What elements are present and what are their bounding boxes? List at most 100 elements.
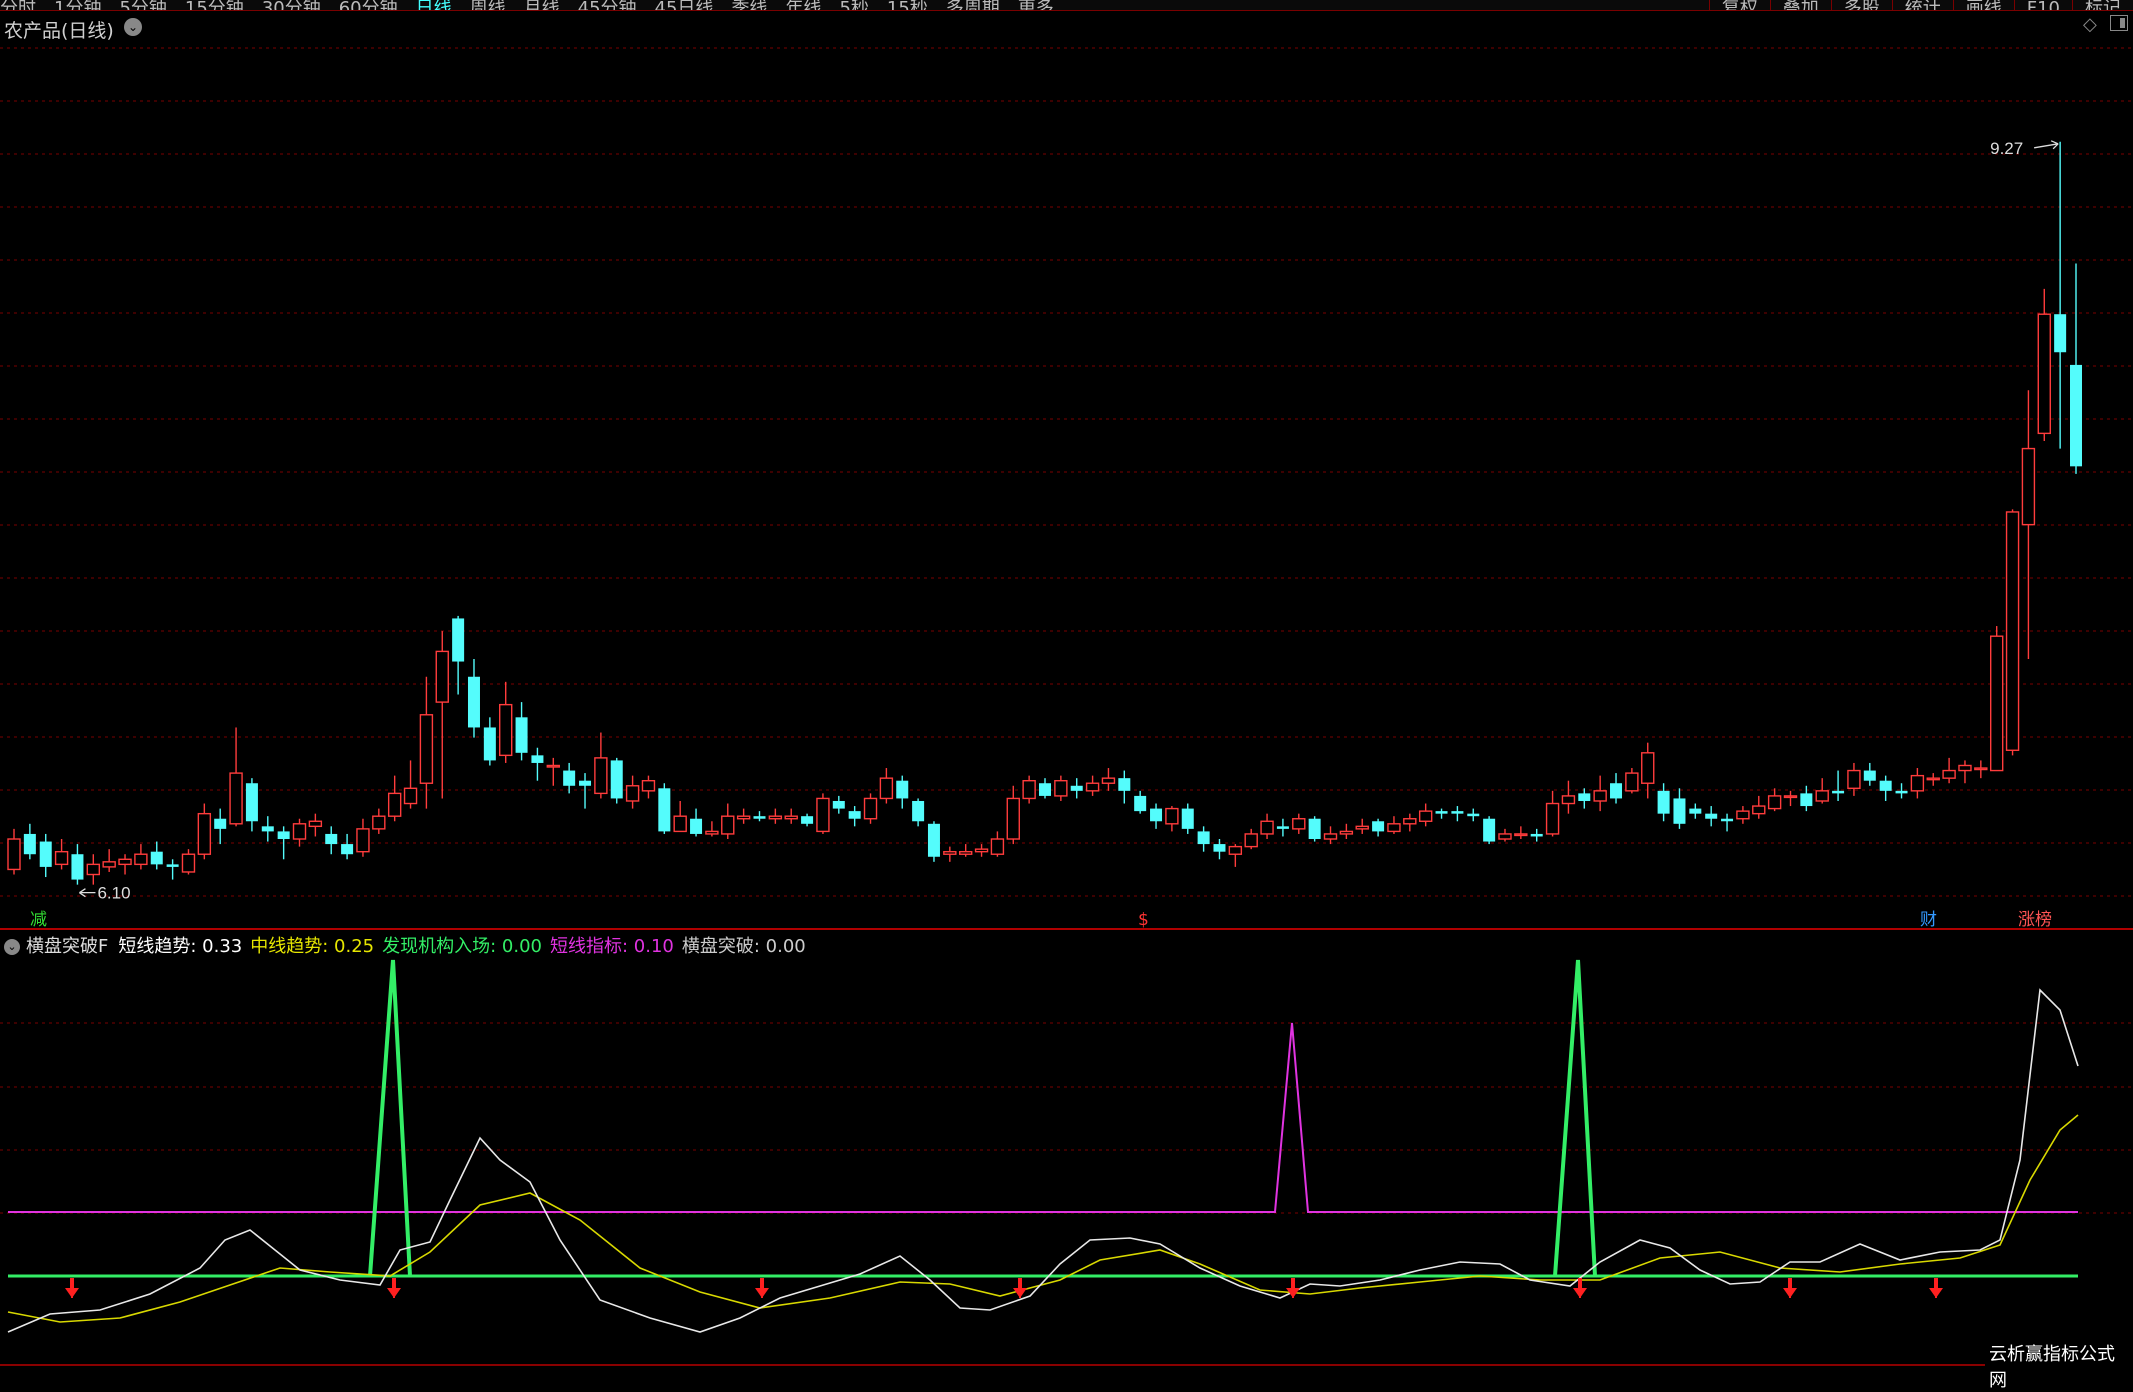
candle-body-up bbox=[943, 850, 957, 855]
candle-body-up bbox=[1165, 807, 1179, 825]
candle-body-down bbox=[71, 854, 84, 880]
candle-body-down bbox=[1879, 780, 1892, 791]
candle-body-down bbox=[896, 780, 909, 799]
medium-trend-line bbox=[7, 1114, 2079, 1323]
candle-body-up bbox=[641, 780, 656, 792]
candle-body-up bbox=[1942, 769, 1956, 779]
candle-body-down bbox=[563, 770, 576, 786]
candle-body-down bbox=[1435, 811, 1448, 814]
candle-body-down bbox=[927, 823, 940, 857]
candle-body-up bbox=[1815, 790, 1829, 802]
candle-body-up bbox=[1355, 825, 1369, 830]
candle-body-down bbox=[1863, 770, 1876, 781]
candle-body-up bbox=[387, 792, 402, 817]
candle-body-up bbox=[1387, 823, 1401, 833]
candle-body-up bbox=[1514, 833, 1528, 837]
candle-body-down bbox=[1118, 778, 1131, 791]
candle-body-down bbox=[1150, 808, 1163, 822]
candle-body-up bbox=[118, 858, 132, 866]
indicator-value: 发现机构入场: 0.00 bbox=[382, 936, 542, 957]
candle-body-down bbox=[1039, 783, 1051, 796]
candle-body-down bbox=[531, 755, 544, 763]
candle-body-up bbox=[356, 828, 370, 853]
candle-body-down bbox=[261, 826, 274, 832]
event-markers: 减 $ 财 涨榜 bbox=[30, 910, 2052, 930]
candle-body-up bbox=[308, 820, 323, 828]
candle-body-down bbox=[1372, 821, 1385, 832]
candle-body-down bbox=[1308, 818, 1321, 840]
institution-entry-spike bbox=[1553, 959, 1597, 1277]
candle-body-down bbox=[753, 816, 766, 819]
candle-body-down bbox=[1134, 795, 1147, 812]
candle-body-down bbox=[1705, 813, 1718, 819]
institution-entry-spike bbox=[368, 959, 412, 1277]
candle-body-up bbox=[102, 861, 116, 868]
candle-body-down bbox=[1578, 793, 1591, 801]
candle-body-up bbox=[1498, 833, 1512, 840]
candle-body-down bbox=[467, 676, 480, 728]
candle-body-up bbox=[1403, 818, 1417, 825]
candle-body-up bbox=[1260, 820, 1274, 835]
candle-body-up bbox=[990, 838, 1005, 855]
candle-body-up bbox=[1989, 635, 2004, 772]
candle-body-up bbox=[1752, 805, 1766, 815]
candle-body-up bbox=[594, 757, 608, 795]
candle-body-down bbox=[1070, 785, 1083, 791]
candle-body-down bbox=[39, 841, 52, 867]
candle-body-up bbox=[1958, 764, 1972, 772]
candle-body-up bbox=[2037, 313, 2051, 435]
candle-body-down bbox=[610, 760, 623, 799]
candle-body-down bbox=[1721, 818, 1734, 822]
candle-body-up bbox=[863, 797, 878, 820]
candle-body-up bbox=[1847, 769, 1861, 790]
min-price-label: 6.10 bbox=[97, 884, 130, 903]
candle-body-down bbox=[1657, 790, 1670, 814]
candle-body-up bbox=[705, 830, 719, 835]
candle-body-up bbox=[768, 815, 783, 820]
candle-body-up bbox=[1418, 810, 1433, 822]
chevron-down-icon[interactable]: ⌄ bbox=[4, 939, 20, 955]
candle-body-down bbox=[1530, 833, 1543, 837]
candle-body-down bbox=[1467, 813, 1480, 817]
candle-body-up bbox=[86, 863, 101, 876]
event-marker: 减 bbox=[30, 910, 47, 930]
candle-body-up bbox=[974, 848, 989, 853]
candle-body-down bbox=[1895, 790, 1908, 794]
candle-body-up bbox=[134, 853, 148, 866]
candle-body-up bbox=[54, 850, 69, 866]
indicator-name: 横盘突破F bbox=[26, 936, 109, 957]
indicator-value: 短线指标: 0.10 bbox=[549, 936, 674, 957]
candle-body-down bbox=[832, 800, 845, 809]
candle-body-up bbox=[546, 764, 560, 768]
candle-body-down bbox=[1451, 811, 1464, 814]
candle-body-up bbox=[1101, 777, 1116, 784]
candle-body-up bbox=[1244, 833, 1258, 848]
candle-body-down bbox=[579, 780, 592, 786]
candle-body-up bbox=[1926, 777, 1940, 781]
candle-body-up bbox=[403, 787, 418, 805]
candle-body-down bbox=[1483, 818, 1496, 842]
candle-body-up bbox=[673, 815, 687, 833]
candle-body-down bbox=[150, 851, 163, 865]
candle-body-down bbox=[1213, 844, 1226, 852]
candle-body-up bbox=[1561, 795, 1576, 805]
candle-body-up bbox=[1783, 795, 1798, 799]
indicator-lines bbox=[7, 959, 2079, 1333]
candle-body-down bbox=[2054, 314, 2067, 353]
short-indicator-line bbox=[8, 1022, 2078, 1213]
event-marker: 财 bbox=[1920, 910, 1937, 930]
event-marker: $ bbox=[1138, 910, 1149, 930]
candle-body-up bbox=[1323, 833, 1338, 840]
candle-body-up bbox=[1910, 774, 1925, 792]
candle-body-up bbox=[372, 815, 386, 830]
indicator-value: 横盘突破: 0.00 bbox=[681, 936, 806, 957]
candle-body-up bbox=[879, 777, 894, 800]
candle-body-down bbox=[848, 811, 861, 819]
candle-body-up bbox=[1085, 782, 1100, 792]
candle-body-up bbox=[1339, 830, 1354, 835]
candle-body-up bbox=[181, 853, 196, 873]
bottom-border bbox=[0, 1364, 2133, 1366]
candle-body-up bbox=[2005, 511, 2020, 751]
indicator-header: ⌄ 横盘突破F 短线趋势: 0.33 中线趋势: 0.25 发现机构入场: 0.00 短线… bbox=[0, 932, 814, 958]
max-price-label: 9.27 bbox=[1990, 139, 2023, 158]
